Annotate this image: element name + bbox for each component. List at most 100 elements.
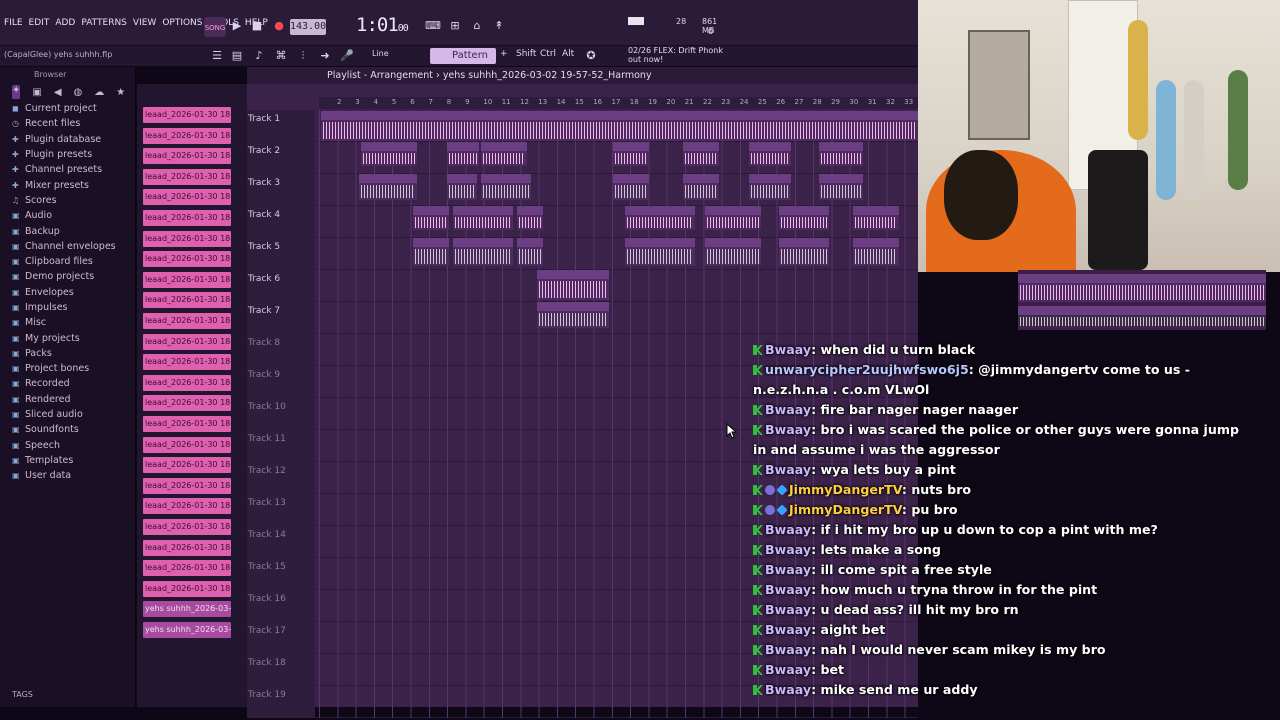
- play-icon[interactable]: ▶: [228, 17, 246, 35]
- browser-item-current-project[interactable]: ◼ Current project: [0, 101, 135, 116]
- audio-clip[interactable]: leaad_..vocals: [447, 142, 479, 166]
- audio-clip[interactable]: leaad_..armony: [683, 174, 719, 200]
- track-header[interactable]: Track 18: [247, 654, 315, 686]
- channel-button[interactable]: leaad_2026-01-30 18-40..: [143, 374, 231, 391]
- browser-item-sliced-audio[interactable]: ▣ Sliced audio: [0, 407, 135, 422]
- browser-item-mixer-presets[interactable]: ✚ Mixer presets: [0, 177, 135, 192]
- channel-rack-icon[interactable]: ▤: [228, 47, 246, 65]
- typing-keyboard-icon[interactable]: ⌨: [424, 17, 442, 35]
- channel-button[interactable]: leaad_2026-01-30 18-40..: [143, 436, 231, 453]
- audio-clip[interactable]: leaad_2...in vocals: [453, 206, 513, 230]
- track-header[interactable]: Track 4: [247, 206, 315, 238]
- channel-button[interactable]: yehs suhhh_2026-03-02..: [143, 622, 231, 638]
- menu-item-view[interactable]: VIEW: [133, 18, 156, 28]
- channel-button[interactable]: leaad_2026-01-30 18-38..: [143, 107, 231, 123]
- audio-clip[interactable]: old future rich kidz 2011 type beat - as…: [321, 111, 918, 141]
- browser-item-templates[interactable]: ▣ Templates: [0, 453, 135, 468]
- track-header[interactable]: Track 17: [247, 622, 315, 654]
- audio-clip[interactable]: leaad_..vocals: [613, 142, 649, 166]
- menu-item-edit[interactable]: EDIT: [29, 18, 50, 28]
- browser-plugin-icon[interactable]: ◍: [74, 87, 83, 98]
- stop-icon[interactable]: ■: [248, 17, 266, 35]
- chat-username[interactable]: Bwaay: [765, 542, 811, 557]
- chat-username[interactable]: Bwaay: [765, 562, 811, 577]
- audio-clip[interactable]: leaad_..vocals: [749, 142, 791, 166]
- channel-button[interactable]: leaad_2026-01-30 18-41..: [143, 519, 231, 535]
- audio-clip[interactable]: leaad_2...Harmony: [453, 238, 513, 266]
- chat-username[interactable]: Bwaay: [765, 622, 811, 637]
- chat-username[interactable]: Bwaay: [765, 642, 811, 657]
- plugin-picker-icon[interactable]: ⫶: [294, 47, 312, 65]
- browser-item-project-bones[interactable]: ▣ Project bones: [0, 361, 135, 376]
- browser-item-impulses[interactable]: ▣ Impulses: [0, 300, 135, 315]
- menu-item-patterns[interactable]: PATTERNS: [81, 18, 127, 28]
- browser-item-clipboard-files[interactable]: ▣ Clipboard files: [0, 254, 135, 269]
- track-header[interactable]: Track 7: [247, 302, 315, 334]
- browser-item-speech[interactable]: ▣ Speech: [0, 438, 135, 453]
- channel-button[interactable]: leaad_2026-01-30 18-38..: [143, 148, 231, 165]
- browser-item-soundfonts[interactable]: ▣ Soundfonts: [0, 422, 135, 437]
- ctrl-key[interactable]: Ctrl: [540, 49, 556, 59]
- clip-harmony[interactable]: yehs suhhh_2026-03-02 19-57-52_Harmony: [1018, 306, 1266, 328]
- browser-item-demo-projects[interactable]: ▣ Demo projects: [0, 269, 135, 284]
- track-header[interactable]: Track 15: [247, 558, 315, 590]
- audio-clip[interactable]: leaad_..vocals: [683, 142, 719, 166]
- browser-item-envelopes[interactable]: ▣ Envelopes: [0, 285, 135, 300]
- track-header[interactable]: Track 10: [247, 398, 315, 430]
- track-header[interactable]: Track 1: [247, 110, 315, 142]
- audio-clip[interactable]: lea..cals: [537, 270, 609, 300]
- audio-clip[interactable]: leaad_..armony: [819, 174, 863, 200]
- track-lane[interactable]: [319, 302, 918, 334]
- track-header[interactable]: Track 19: [247, 686, 315, 718]
- browser-item-rendered[interactable]: ▣ Rendered: [0, 392, 135, 407]
- browser-item-scores[interactable]: ♫ Scores: [0, 193, 135, 208]
- chat-username[interactable]: JimmyDangerTV: [789, 502, 902, 517]
- chat-username[interactable]: JimmyDangerTV: [789, 482, 902, 497]
- snap-select[interactable]: Line: [372, 49, 389, 58]
- news-icon[interactable]: ✪: [582, 47, 600, 65]
- news-panel[interactable]: 02/26 FLEX: Drift Phonk out now!: [628, 46, 723, 64]
- browser-item-backup[interactable]: ▣ Backup: [0, 223, 135, 238]
- piano-roll-icon[interactable]: ♪: [250, 47, 268, 65]
- browser-item-misc[interactable]: ▣ Misc: [0, 315, 135, 330]
- timeline-ruler[interactable]: 2 3 4 5 6 7 8 9 10 11 12 13 14 15 16 17 18 19 20 21 22 23 24 25…: [319, 97, 918, 109]
- browser-item-recent-files[interactable]: ◷ Recent files: [0, 116, 135, 131]
- channel-button[interactable]: leaad_2026-01-30 18-39..: [143, 271, 231, 288]
- channel-button[interactable]: yehs suhhh_2026-03-02..: [143, 601, 231, 618]
- channel-button[interactable]: leaad_2026-01-30 18-38..: [143, 127, 231, 144]
- chat-username[interactable]: Bwaay: [765, 682, 811, 697]
- channel-button[interactable]: leaad_2026-01-30 18-39..: [143, 251, 231, 268]
- chat-username[interactable]: Bwaay: [765, 342, 811, 357]
- chat-username[interactable]: Bwaay: [765, 662, 811, 677]
- audio-clip[interactable]: leaad_2...in vocals: [517, 206, 543, 230]
- mixer-icon[interactable]: ☰: [208, 47, 226, 65]
- browser-star-icon[interactable]: ★: [116, 87, 125, 98]
- channel-button[interactable]: leaad_2026-01-30 18-43..: [143, 539, 231, 556]
- browser-item-plugin-database[interactable]: ✚ Plugin database: [0, 132, 135, 147]
- track-header[interactable]: Track 11: [247, 430, 315, 462]
- track-header[interactable]: Track 12: [247, 462, 315, 494]
- alt-key[interactable]: Alt: [562, 49, 574, 59]
- audio-clip[interactable]: leaad_2...Harmony: [413, 238, 449, 266]
- audio-clip[interactable]: leaad_..armony: [447, 174, 477, 200]
- chat-username[interactable]: unwarycipher2uujhwfswo6j5: [765, 362, 969, 377]
- chat-username[interactable]: Bwaay: [765, 462, 811, 477]
- channel-button[interactable]: leaad_2026-01-30 18-41..: [143, 498, 231, 515]
- arrow-icon[interactable]: ➜: [316, 47, 334, 65]
- chat-username[interactable]: Bwaay: [765, 522, 811, 537]
- browser-item-audio[interactable]: ▣ Audio: [0, 208, 135, 223]
- track-header[interactable]: Track 3: [247, 174, 315, 206]
- clip-main-vocals[interactable]: yehs suhhh_2026-03-02 19-57-52_Main voca…: [1018, 274, 1266, 302]
- audio-clip[interactable]: leaad_2...Harmony: [779, 238, 829, 266]
- metronome-icon[interactable]: ⌂: [468, 17, 486, 35]
- browser-toggle-icon[interactable]: ⌘: [272, 47, 290, 65]
- channel-button[interactable]: leaad_2026-01-30 18-40..: [143, 333, 231, 350]
- channel-button[interactable]: leaad_2026-01-30 18-39..: [143, 292, 231, 309]
- channel-button[interactable]: leaad_2026-01-30 18-39..: [143, 313, 231, 329]
- chat-username[interactable]: Bwaay: [765, 422, 811, 437]
- browser-item-user-data[interactable]: ▣ User data: [0, 468, 135, 483]
- browser-item-packs[interactable]: ▣ Packs: [0, 346, 135, 361]
- browser-item-plugin-presets[interactable]: ✚ Plugin presets: [0, 147, 135, 162]
- browser-item-my-projects[interactable]: ▣ My projects: [0, 330, 135, 345]
- channel-button[interactable]: leaad_2026-01-30 18-38..: [143, 168, 231, 185]
